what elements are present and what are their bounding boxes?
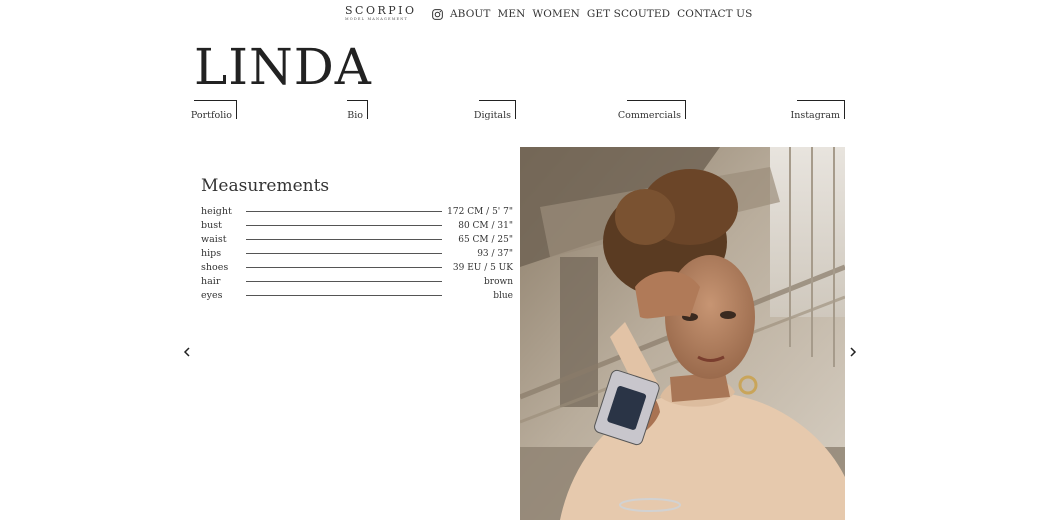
measurement-label: hips xyxy=(201,248,222,259)
tab-portfolio[interactable]: Portfolio xyxy=(190,100,237,121)
divider xyxy=(246,225,442,226)
logo-text: SCORPIO xyxy=(345,4,417,17)
nav-women[interactable]: WOMEN xyxy=(532,7,580,21)
logo-subtext: MODEL MANAGEMENT xyxy=(345,17,409,21)
divider xyxy=(246,239,442,240)
measurement-value: 39 EU / 5 UK xyxy=(452,263,513,273)
tab-digitals[interactable]: Digitals xyxy=(474,100,516,121)
measurement-value: 172 CM / 5' 7" xyxy=(447,207,513,217)
model-photo-illustration xyxy=(520,147,845,520)
measurement-label: shoes xyxy=(201,262,229,273)
measurement-row-hips: hips 93 / 37" xyxy=(201,247,513,261)
tab-commercials[interactable]: Commercials xyxy=(618,100,686,121)
tab-label: Commercials xyxy=(617,110,681,121)
measurements-title: Measurements xyxy=(201,176,330,196)
model-photo xyxy=(520,147,845,520)
measurement-label: bust xyxy=(201,220,222,231)
measurement-value: 65 CM / 25" xyxy=(458,235,513,245)
measurement-row-shoes: shoes 39 EU / 5 UK xyxy=(201,261,513,275)
main-nav: ABOUT MEN WOMEN GET SCOUTED CONTACT US xyxy=(432,6,759,22)
chevron-left-icon xyxy=(183,347,190,357)
tab-instagram[interactable]: Instagram xyxy=(790,100,845,121)
measurement-value: brown xyxy=(484,277,513,287)
carousel-prev-button[interactable] xyxy=(180,345,194,359)
instagram-icon[interactable] xyxy=(432,8,443,20)
tab-label: Bio xyxy=(347,110,363,121)
measurement-value: blue xyxy=(493,291,513,301)
measurement-row-waist: waist 65 CM / 25" xyxy=(201,233,513,247)
tab-label: Digitals xyxy=(473,110,511,121)
divider xyxy=(246,211,442,212)
measurement-value: 93 / 37" xyxy=(477,249,513,259)
divider xyxy=(246,253,442,254)
measurement-row-eyes: eyes blue xyxy=(201,289,513,303)
measurement-row-height: height 172 CM / 5' 7" xyxy=(201,205,513,219)
tab-label: Portfolio xyxy=(190,110,232,121)
measurement-label: height xyxy=(201,206,232,217)
nav-contact-us[interactable]: CONTACT US xyxy=(677,7,752,21)
divider xyxy=(246,281,442,282)
measurement-row-hair: hair brown xyxy=(201,275,513,289)
measurement-label: waist xyxy=(201,234,227,245)
nav-about[interactable]: ABOUT xyxy=(450,7,490,21)
nav-men[interactable]: MEN xyxy=(497,7,525,21)
page-title: LINDA xyxy=(194,38,372,96)
measurement-row-bust: bust 80 CM / 31" xyxy=(201,219,513,233)
nav-get-scouted[interactable]: GET SCOUTED xyxy=(587,7,670,21)
tab-label: Instagram xyxy=(790,110,840,121)
divider xyxy=(246,295,442,296)
measurement-label: eyes xyxy=(201,290,223,301)
divider xyxy=(246,267,442,268)
measurement-label: hair xyxy=(201,276,221,287)
measurement-value: 80 CM / 31" xyxy=(458,221,513,231)
tab-bio[interactable]: Bio xyxy=(347,100,368,121)
carousel-next-button[interactable] xyxy=(846,345,860,359)
brand-logo[interactable]: SCORPIO MODEL MANAGEMENT xyxy=(345,4,417,22)
chevron-right-icon xyxy=(850,347,857,357)
